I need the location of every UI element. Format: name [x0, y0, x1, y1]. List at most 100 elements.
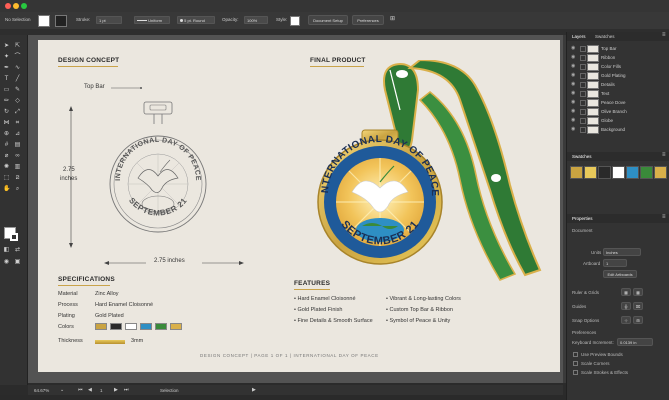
eye-icon[interactable]: ◉ [571, 109, 576, 114]
layer-name[interactable]: Top Bar [601, 46, 617, 51]
ruler-toggle-icon[interactable]: ▦ [621, 288, 631, 296]
line-tool-icon[interactable]: ╱ [14, 76, 21, 83]
next-artboard-icon[interactable]: ▶ [114, 387, 118, 393]
use-preview-bounds-checkbox[interactable] [573, 352, 578, 357]
hand-tool-icon[interactable]: ✋ [3, 186, 10, 193]
lock-toggle[interactable] [580, 118, 586, 124]
last-artboard-icon[interactable]: ⏭ [124, 387, 129, 393]
layer-row[interactable]: ◉ Color Fills [567, 63, 662, 71]
layer-row[interactable]: ◉ Ribbon [567, 54, 662, 62]
artboard-dropdown[interactable]: 1 [603, 259, 627, 267]
eye-icon[interactable]: ◉ [571, 64, 576, 69]
swatches-panel-title[interactable]: Swatches [572, 154, 592, 159]
scale-strokes-checkbox[interactable] [573, 370, 578, 375]
panel-menu-icon[interactable]: ≡ [662, 32, 666, 38]
swatch-green[interactable] [640, 166, 653, 179]
preferences-button[interactable]: Preferences [352, 15, 384, 25]
layer-row[interactable]: ◉ Gold Plating [567, 72, 662, 80]
snap-to-pixel-icon[interactable]: ⊞ [633, 316, 643, 324]
artboard-number[interactable]: 1 [100, 388, 103, 393]
chevron-down-icon[interactable]: ⌄ [60, 387, 64, 393]
lock-toggle[interactable] [580, 46, 586, 52]
stroke-swatch[interactable] [55, 15, 67, 27]
lock-guides-icon[interactable]: ⌧ [633, 302, 643, 310]
mesh-tool-icon[interactable]: # [3, 142, 10, 149]
grid-toggle-icon[interactable]: ▦ [633, 288, 643, 296]
layer-name[interactable]: Olive Branch [601, 109, 627, 114]
eye-icon[interactable]: ◉ [571, 55, 576, 60]
swatch-gold-2[interactable] [654, 166, 667, 179]
default-colors-icon[interactable]: ◧ [3, 247, 10, 254]
free-transform-tool-icon[interactable]: ⌗ [14, 120, 21, 127]
eye-icon[interactable]: ◉ [571, 118, 576, 123]
screen-mode-icon[interactable]: ▣ [14, 259, 21, 266]
graphic-style-swatch[interactable] [290, 16, 300, 26]
layer-row[interactable]: ◉ Top Bar [567, 45, 662, 53]
layer-row[interactable]: ◉ Globe [567, 117, 662, 125]
layer-row[interactable]: ◉ Peace Dove [567, 99, 662, 107]
pencil-tool-icon[interactable]: ✏ [3, 98, 10, 105]
layer-name[interactable]: Text [601, 91, 609, 96]
layer-row[interactable]: ◉ Background [567, 126, 662, 134]
magic-wand-tool-icon[interactable]: ✦ [3, 54, 10, 61]
lock-toggle[interactable] [580, 55, 586, 61]
swap-colors-icon[interactable]: ⇄ [14, 247, 21, 254]
swatch-gold[interactable] [570, 166, 583, 179]
lock-toggle[interactable] [580, 64, 586, 70]
swatch-white[interactable] [612, 166, 625, 179]
swatch-light-gold[interactable] [584, 166, 597, 179]
opacity-dropdown[interactable]: 100% [244, 16, 268, 24]
first-artboard-icon[interactable]: ⏮ [78, 387, 83, 393]
arrange-icon[interactable]: ⊞ [390, 15, 395, 22]
edit-artboards-button[interactable]: Edit Artboards [603, 270, 637, 278]
swatch-blue[interactable] [626, 166, 639, 179]
panel-menu-icon[interactable]: ≡ [662, 214, 666, 220]
artboard-tool-icon[interactable]: ⬚ [3, 175, 10, 182]
previous-artboard-icon[interactable]: ◀ [88, 387, 92, 393]
close-window-button[interactable] [5, 3, 11, 9]
minimize-window-button[interactable] [13, 3, 19, 9]
panel-menu-icon[interactable]: ≡ [662, 152, 666, 158]
perspective-grid-tool-icon[interactable]: ⊿ [14, 131, 21, 138]
snap-to-point-icon[interactable]: ⊹ [621, 316, 631, 324]
zoom-window-button[interactable] [21, 3, 27, 9]
layer-name[interactable]: Globe [601, 118, 613, 123]
symbol-sprayer-tool-icon[interactable]: ✺ [3, 164, 10, 171]
guides-toggle-icon[interactable]: ╬ [621, 302, 631, 310]
properties-panel-title[interactable]: Properties [572, 216, 593, 221]
lock-toggle[interactable] [580, 82, 586, 88]
status-arrow-icon[interactable]: ▶ [252, 387, 256, 393]
tab-layers[interactable]: Layers [572, 34, 586, 39]
eye-icon[interactable]: ◉ [571, 82, 576, 87]
tab-swatches[interactable]: Swatches [595, 34, 615, 39]
stroke-weight-dropdown[interactable]: 1 pt [96, 16, 122, 24]
units-dropdown[interactable]: Inches [603, 248, 641, 256]
eraser-tool-icon[interactable]: ◇ [14, 98, 21, 105]
width-tool-icon[interactable]: ⋈ [3, 120, 10, 127]
shape-builder-tool-icon[interactable]: ⊕ [3, 131, 10, 138]
gradient-tool-icon[interactable]: ▤ [14, 142, 21, 149]
pen-tool-icon[interactable]: ✒ [3, 65, 10, 72]
selection-tool-icon[interactable]: ➤ [3, 43, 10, 50]
curvature-tool-icon[interactable]: ∿ [14, 65, 21, 72]
lock-toggle[interactable] [580, 91, 586, 97]
fill-swatch[interactable] [38, 15, 50, 27]
layer-name[interactable]: Peace Dove [601, 100, 626, 105]
type-tool-icon[interactable]: T [3, 76, 10, 83]
layer-name[interactable]: Color Fills [601, 64, 621, 69]
rectangle-tool-icon[interactable]: ▭ [3, 87, 10, 94]
document-setup-button[interactable]: Document Setup [308, 15, 348, 25]
layer-row[interactable]: ◉ Text [567, 90, 662, 98]
swatch-black[interactable] [598, 166, 611, 179]
scale-corners-checkbox[interactable] [573, 361, 578, 366]
eye-icon[interactable]: ◉ [571, 73, 576, 78]
blend-tool-icon[interactable]: ∞ [14, 153, 21, 160]
eye-icon[interactable]: ◉ [571, 46, 576, 51]
eyedropper-tool-icon[interactable]: ⌀ [3, 153, 10, 160]
scale-tool-icon[interactable]: ⤢ [14, 109, 21, 116]
layer-name[interactable]: Background [601, 127, 625, 132]
lasso-tool-icon[interactable]: ⌒ [14, 54, 21, 61]
lock-toggle[interactable] [580, 127, 586, 133]
layer-name[interactable]: Details [601, 82, 615, 87]
zoom-level[interactable]: 64.67% [34, 388, 49, 393]
